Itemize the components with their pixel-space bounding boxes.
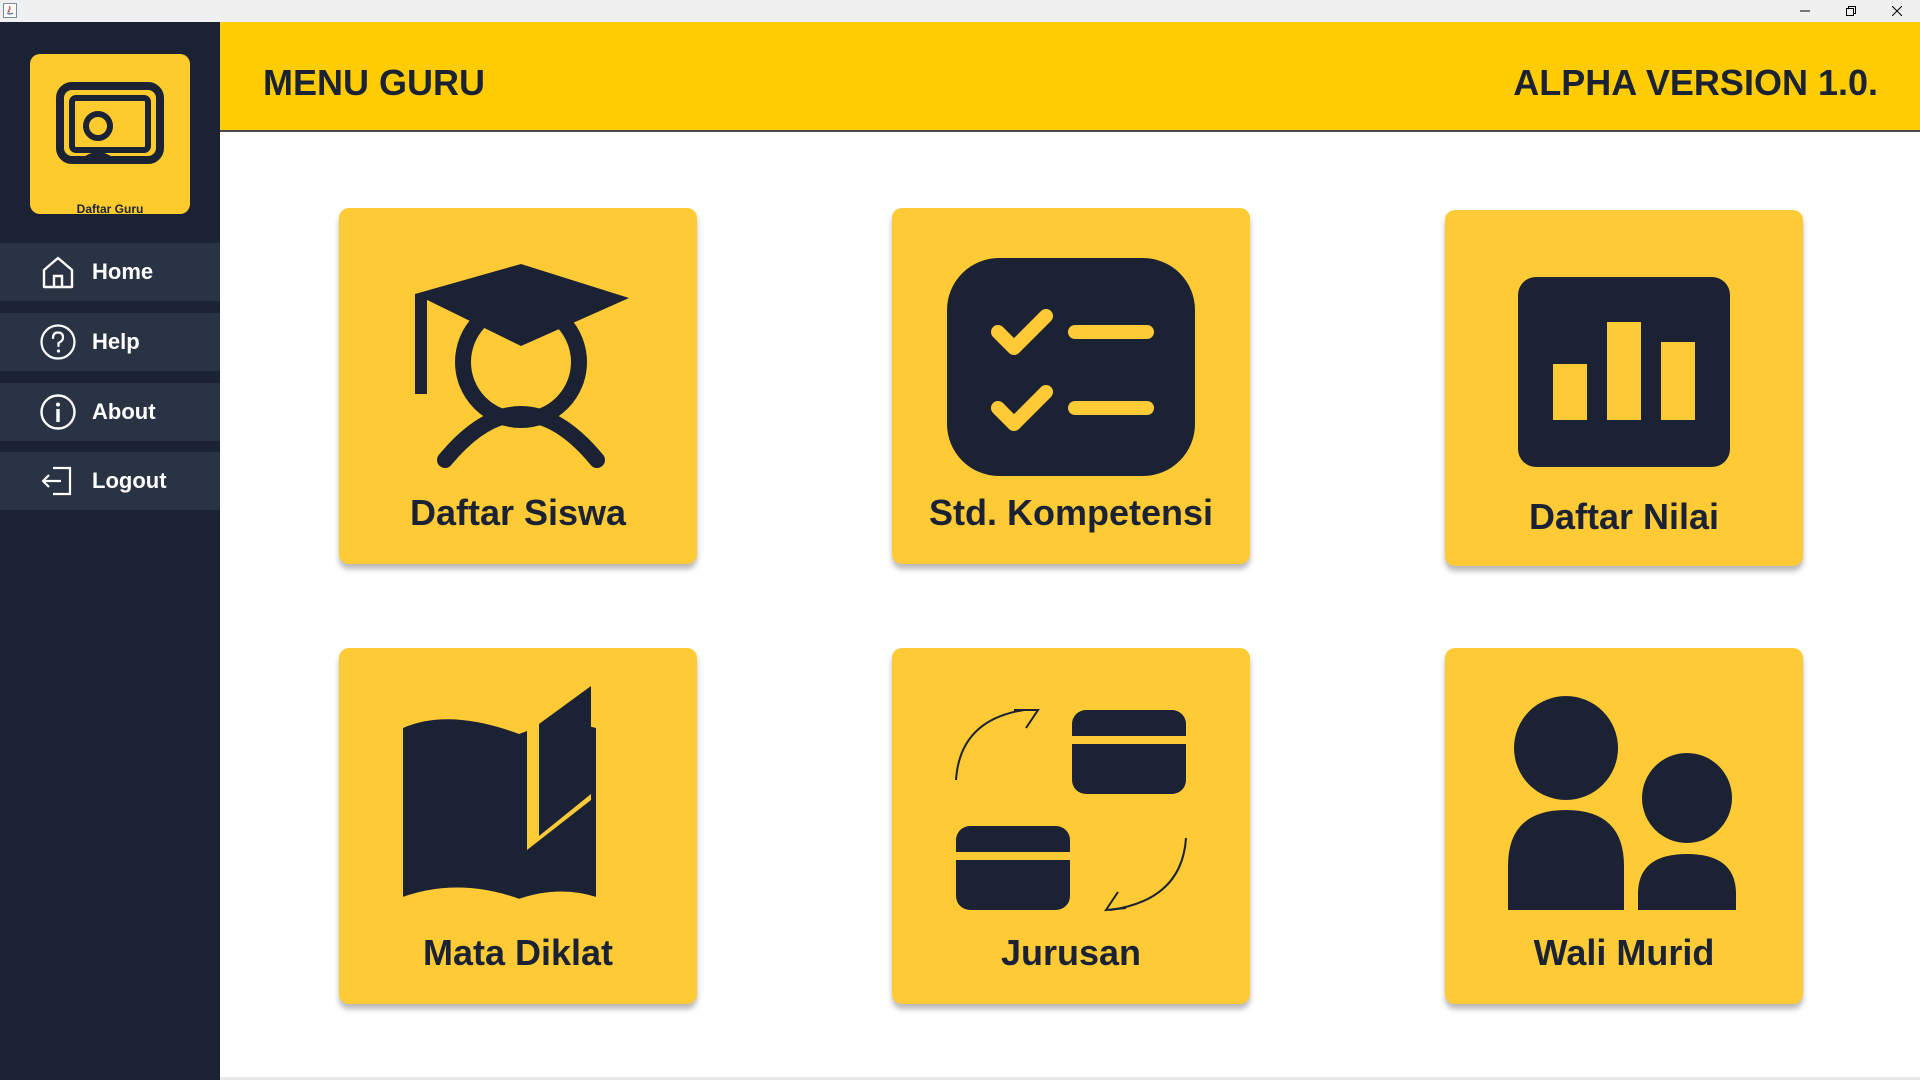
home-icon (38, 252, 78, 292)
logo-text: Daftar Guru (76, 202, 144, 216)
card-std-kompetensi[interactable]: Std. Kompetensi (892, 208, 1250, 564)
logout-icon (38, 461, 78, 501)
app-logo: Daftar Guru (30, 54, 190, 216)
card-label: Wali Murid (1533, 932, 1715, 973)
info-icon (38, 392, 78, 432)
page-title: MENU GURU (263, 62, 485, 103)
sidebar-item-about[interactable]: About (0, 383, 220, 441)
card-label: Std. Kompetensi (928, 492, 1214, 533)
minimize-icon (1800, 10, 1810, 12)
title-bar (0, 0, 1920, 23)
card-jurusan[interactable]: Jurusan (892, 648, 1250, 1004)
header-bar: MENU GURU ALPHA VERSION 1.0. (220, 22, 1920, 132)
sidebar-item-label: Logout (92, 468, 167, 493)
card-label: Daftar Siswa (409, 492, 627, 533)
close-icon (1892, 6, 1902, 16)
sidebar-item-home[interactable]: Home (0, 243, 220, 301)
card-mata-diklat[interactable]: Mata Diklat (339, 648, 697, 1004)
teacher-board-icon (56, 82, 164, 164)
window-controls (1782, 0, 1920, 22)
close-button[interactable] (1874, 0, 1920, 22)
sidebar: Daftar Guru Home Help About Logout (0, 22, 220, 1080)
java-app-icon (3, 3, 17, 18)
sidebar-item-logout[interactable]: Logout (0, 452, 220, 510)
sidebar-item-label: Home (92, 259, 154, 284)
restore-button[interactable] (1828, 0, 1874, 22)
card-label: Mata Diklat (422, 932, 614, 973)
restore-icon (1846, 6, 1856, 16)
app-window: Daftar Guru Home Help About Logout MENU … (0, 0, 1920, 1080)
version-label: ALPHA VERSION 1.0. (1513, 62, 1878, 103)
card-daftar-siswa[interactable]: Daftar Siswa (339, 208, 697, 564)
sidebar-item-label: Help (92, 329, 140, 354)
sidebar-item-help[interactable]: Help (0, 313, 220, 371)
sidebar-item-label: About (92, 399, 156, 424)
card-wali-murid[interactable]: Wali Murid (1445, 648, 1803, 1004)
help-icon (38, 322, 78, 362)
card-label: Daftar Nilai (1528, 496, 1720, 537)
minimize-button[interactable] (1782, 0, 1828, 22)
card-daftar-nilai[interactable]: Daftar Nilai (1445, 210, 1803, 566)
card-label: Jurusan (1000, 932, 1142, 973)
